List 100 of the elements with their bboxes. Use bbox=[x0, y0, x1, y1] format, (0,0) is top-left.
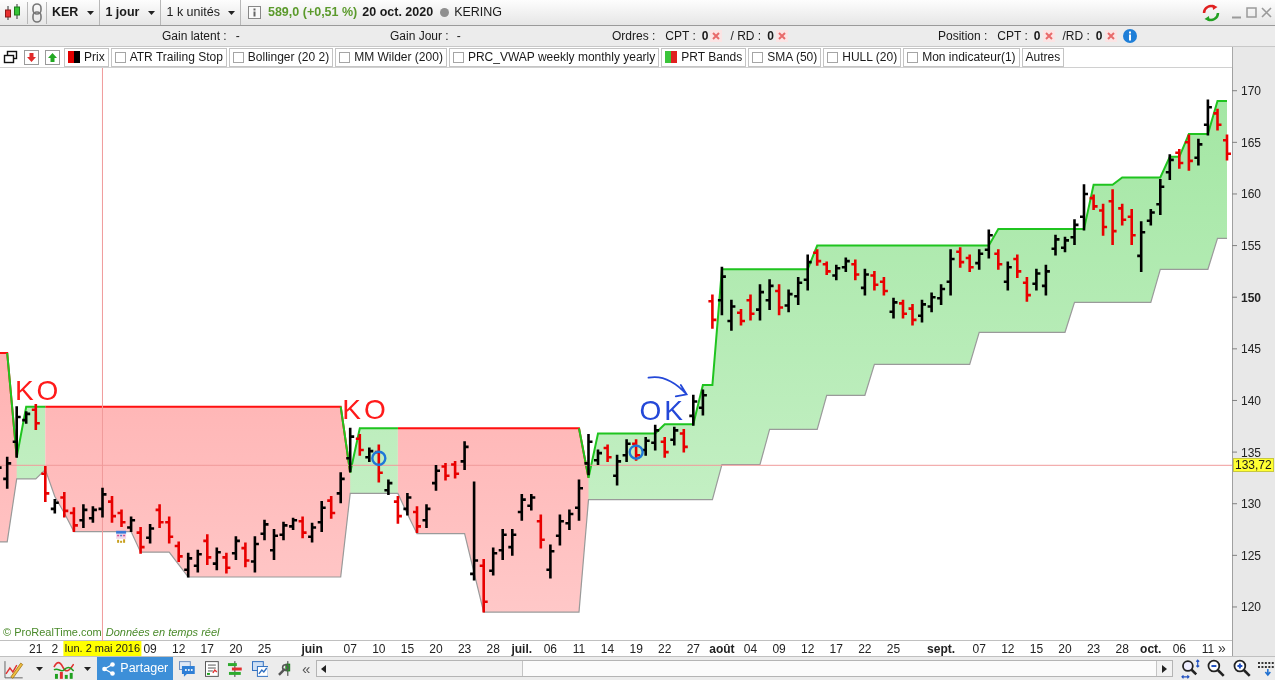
bar-stack-icon[interactable] bbox=[226, 660, 243, 677]
counter-value: 0 bbox=[1095, 28, 1103, 45]
checkbox[interactable] bbox=[452, 51, 464, 63]
x-axis-label: 20 bbox=[429, 642, 443, 656]
cross-icon[interactable] bbox=[710, 30, 723, 42]
caret-icon bbox=[87, 10, 95, 15]
scroll-end-button[interactable]: » bbox=[1218, 640, 1226, 656]
x-axis-label: 11 bbox=[1201, 642, 1215, 656]
x-axis-label: 2 bbox=[51, 642, 59, 656]
close-icon[interactable] bbox=[1261, 7, 1272, 18]
price-cursor-label: 133,72 bbox=[1233, 458, 1274, 473]
checkbox[interactable] bbox=[114, 51, 126, 63]
realtime-note: Données en temps réel bbox=[105, 625, 220, 640]
checkbox[interactable] bbox=[907, 51, 919, 63]
indicator-button[interactable]: Mon indicateur(1) bbox=[903, 47, 1020, 67]
y-axis-label: 120 bbox=[1241, 600, 1262, 615]
maximize-icon[interactable] bbox=[1246, 7, 1257, 18]
cross-icon[interactable] bbox=[1104, 30, 1117, 42]
y-axis-label: 145 bbox=[1241, 342, 1262, 357]
indicator-button[interactable]: Bollinger (20 2) bbox=[228, 47, 334, 67]
x-axis-label: juil. bbox=[511, 642, 533, 656]
x-axis-label: 12 bbox=[1001, 642, 1015, 656]
counter-value: 0 bbox=[1033, 28, 1041, 45]
quote-date: 20 oct. 2020 bbox=[362, 4, 434, 22]
status-dot-icon bbox=[440, 8, 450, 17]
counter-value: 0 bbox=[701, 28, 709, 45]
scroll-left-icon[interactable] bbox=[321, 664, 327, 673]
x-axis-label: sept. bbox=[927, 642, 956, 656]
horizontal-scrollbar[interactable] bbox=[316, 660, 1174, 677]
indicator-button[interactable]: HULL (20) bbox=[823, 47, 902, 67]
y-axis-label: 140 bbox=[1241, 393, 1262, 408]
x-axis-label: 11 bbox=[572, 642, 586, 656]
checkbox[interactable] bbox=[339, 51, 351, 63]
chat-icon[interactable] bbox=[179, 660, 195, 677]
scroll-right-icon[interactable] bbox=[1162, 664, 1168, 673]
checkbox[interactable] bbox=[232, 51, 244, 63]
x-axis-label: 12 bbox=[801, 642, 815, 656]
account-value: - bbox=[235, 28, 240, 45]
zoom-in-icon[interactable] bbox=[1232, 659, 1252, 678]
info-icon[interactable] bbox=[247, 6, 261, 19]
x-axis-label: 15 bbox=[1029, 642, 1044, 656]
cross-icon[interactable] bbox=[775, 30, 788, 42]
x-axis-label: 09 bbox=[772, 642, 786, 656]
indicator-button[interactable]: PRT Bands bbox=[661, 47, 747, 67]
account-label: Gain Jour : bbox=[390, 28, 449, 45]
indicator-button[interactable]: Autres bbox=[1021, 47, 1065, 67]
x-axis-label: août bbox=[709, 642, 735, 656]
indicator-button[interactable]: MM Wilder (200) bbox=[335, 47, 447, 67]
period-dropdown[interactable]: 1 jour bbox=[100, 0, 162, 25]
x-axis-label: 14 bbox=[600, 642, 615, 656]
y-axis-label: 160 bbox=[1241, 187, 1262, 202]
indicator-button[interactable]: ATR Trailing Stop bbox=[110, 47, 227, 67]
x-axis-label: oct. bbox=[1140, 642, 1162, 656]
arrow-down-icon[interactable] bbox=[24, 49, 39, 65]
caret-icon bbox=[148, 10, 156, 15]
account-label: Gain latent : bbox=[162, 28, 227, 45]
cross-icon[interactable] bbox=[1042, 30, 1055, 42]
indicator-button[interactable]: SMA (50) bbox=[748, 47, 822, 67]
counter-label: CPT : bbox=[997, 28, 1028, 45]
quote-change: 589,0 (+0,51 %) bbox=[267, 4, 358, 22]
arrow-up-icon[interactable] bbox=[45, 49, 60, 65]
y-axis-label: 135 bbox=[1241, 445, 1262, 460]
account-label: Position : bbox=[938, 28, 988, 45]
x-axis-label: 17 bbox=[200, 642, 214, 656]
info-icon[interactable] bbox=[1122, 29, 1137, 43]
x-axis-label: 12 bbox=[172, 642, 186, 656]
circle-mark-icon bbox=[371, 450, 387, 466]
indicator-button[interactable]: PRC_VWAP weekly monthly yearly bbox=[448, 47, 660, 67]
x-axis-label: 21 bbox=[29, 642, 43, 656]
account-label: Ordres : bbox=[612, 28, 656, 45]
indicator-button[interactable]: Prix bbox=[64, 47, 109, 67]
company-name: KERING bbox=[454, 4, 503, 22]
report-icon[interactable] bbox=[205, 660, 219, 677]
x-axis-label: 10 bbox=[372, 642, 386, 656]
checkbox[interactable] bbox=[752, 51, 764, 63]
units-dropdown[interactable]: 1 k unités bbox=[161, 0, 241, 25]
toolbar-toggle-icon[interactable] bbox=[1258, 660, 1275, 677]
checkbox[interactable] bbox=[827, 51, 839, 63]
zoom-out-icon[interactable] bbox=[1206, 659, 1226, 678]
drawing-tool-icon[interactable] bbox=[4, 658, 24, 679]
symbol-dropdown[interactable]: KER bbox=[47, 0, 101, 25]
y-axis-label: 170 bbox=[1241, 84, 1262, 99]
x-axis-label: 04 bbox=[743, 642, 758, 656]
x-axis-label: 20 bbox=[1058, 642, 1072, 656]
link-icon[interactable] bbox=[31, 2, 43, 23]
color-swatch-icon bbox=[68, 51, 80, 63]
windows-icon[interactable] bbox=[3, 49, 18, 65]
x-axis-label: juin bbox=[301, 642, 323, 656]
scrollbar-thumb[interactable] bbox=[522, 661, 1158, 676]
collapse-button[interactable]: « bbox=[301, 661, 311, 676]
refresh-icon[interactable] bbox=[1201, 3, 1221, 22]
windows-chart-icon[interactable] bbox=[251, 660, 269, 677]
y-axis-label: 165 bbox=[1241, 135, 1262, 150]
zoom-fit-icon[interactable] bbox=[1181, 658, 1201, 679]
candlestick-icon[interactable] bbox=[3, 2, 23, 23]
x-axis-label: 19 bbox=[629, 642, 643, 656]
x-axis-label: 28 bbox=[1115, 642, 1129, 656]
x-axis-label: 09 bbox=[143, 642, 157, 656]
y-axis-label: 130 bbox=[1241, 497, 1262, 512]
caret-icon bbox=[84, 666, 92, 671]
